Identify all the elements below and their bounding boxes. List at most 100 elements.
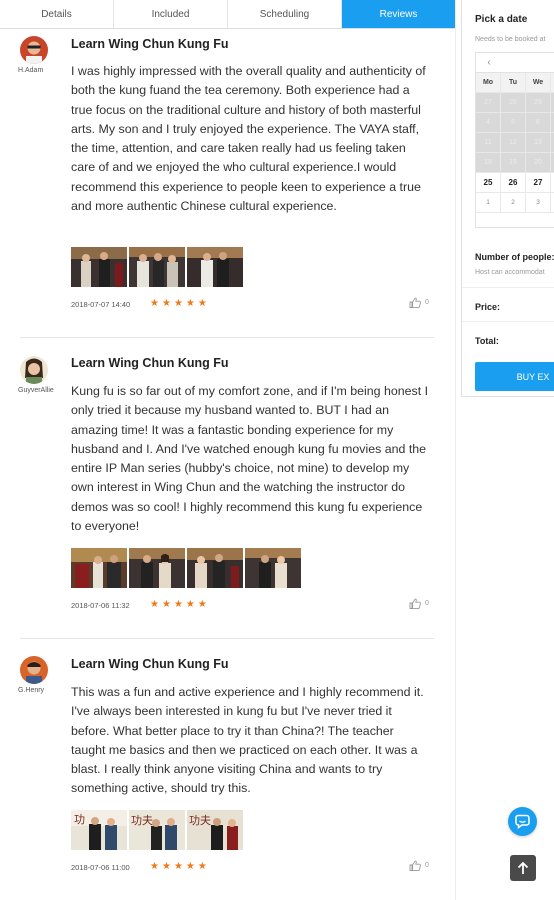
review-photo[interactable] xyxy=(71,548,127,588)
review-photo[interactable] xyxy=(187,247,243,287)
rating-stars: ★ ★ ★ ★ ★ xyxy=(150,862,207,872)
calendar-day[interactable]: 1 xyxy=(476,193,501,213)
content-divider xyxy=(455,0,456,900)
review-photos xyxy=(71,548,301,588)
avatar[interactable] xyxy=(20,656,48,684)
chevron-left-icon[interactable]: ‹ xyxy=(476,57,502,68)
svg-text:功夫: 功夫 xyxy=(131,814,153,827)
like-count: 0 xyxy=(425,299,429,306)
star-icon: ★ xyxy=(161,298,171,309)
calendar-day: 13 xyxy=(526,133,551,153)
star-icon: ★ xyxy=(197,298,207,309)
thumbs-up-icon xyxy=(409,860,421,871)
review-photo[interactable] xyxy=(187,548,243,588)
tab-bar: Details Included Scheduling Reviews xyxy=(0,0,455,29)
review-photo[interactable] xyxy=(129,548,185,588)
calendar-day: 4 xyxy=(476,113,501,133)
reviewer: G.Henry xyxy=(18,656,60,694)
reviewer-name: H.Adam xyxy=(18,67,44,74)
tab-details[interactable]: Details xyxy=(0,0,114,28)
back-to-top-button[interactable] xyxy=(510,855,536,881)
star-icon: ★ xyxy=(173,599,183,610)
rating-stars: ★ ★ ★ ★ ★ xyxy=(150,600,207,610)
weekday-label: Tu xyxy=(501,73,526,93)
weekday-label: Mo xyxy=(476,73,501,93)
star-icon: ★ xyxy=(150,861,159,872)
weekday-label: We xyxy=(526,73,551,93)
calendar-day[interactable]: 3 xyxy=(526,193,551,213)
avatar[interactable] xyxy=(20,356,48,384)
calendar-day: 27 xyxy=(476,93,501,113)
calendar-day[interactable]: 27 xyxy=(526,173,551,193)
star-icon: ★ xyxy=(150,599,159,610)
chat-button[interactable] xyxy=(508,807,537,836)
star-icon: ★ xyxy=(197,861,207,872)
calendar-day: 18 xyxy=(476,153,501,173)
buy-experience-button[interactable]: BUY EX xyxy=(475,362,554,391)
calendar-month: 20 xyxy=(502,58,554,67)
review-photos: 功 功夫 功夫 xyxy=(71,810,243,850)
like-button[interactable]: 0 xyxy=(409,297,429,308)
review-photos xyxy=(71,247,243,287)
svg-text:功: 功 xyxy=(74,813,85,826)
total-label: Total: xyxy=(475,336,499,346)
people-label: Number of people: xyxy=(475,252,554,262)
reviewer-name: G.Henry xyxy=(18,687,45,694)
arrow-up-icon xyxy=(517,861,529,874)
review-photo[interactable] xyxy=(245,548,301,588)
booking-panel: Pick a date Needs to be booked at ‹ 20 M… xyxy=(461,0,554,397)
star-icon: ★ xyxy=(150,298,159,309)
like-count: 0 xyxy=(425,862,429,869)
pick-date-title: Pick a date xyxy=(475,14,528,25)
chat-bubble-icon xyxy=(515,814,530,829)
people-note: Host can accommodat xyxy=(475,269,545,276)
calendar-day: 5 xyxy=(501,113,526,133)
review-title: Learn Wing Chun Kung Fu xyxy=(71,657,229,671)
tab-included[interactable]: Included xyxy=(114,0,228,28)
review-text: I was highly impressed with the overall … xyxy=(71,64,426,214)
review-date: 2018-07-07 14:40 xyxy=(71,300,131,309)
avatar[interactable] xyxy=(20,36,48,64)
review-photo[interactable]: 功夫 xyxy=(187,810,243,850)
calendar-day: 20 xyxy=(526,153,551,173)
rating-stars: ★ ★ ★ ★ ★ xyxy=(150,299,207,309)
star-icon: ★ xyxy=(185,298,195,309)
review-date: 2018-07-06 11:32 xyxy=(71,601,130,610)
star-icon: ★ xyxy=(197,599,207,610)
calendar-day: 12 xyxy=(501,133,526,153)
thumbs-up-icon xyxy=(409,598,421,609)
price-label: Price: xyxy=(475,302,501,312)
reviewer: GuyverAllie xyxy=(18,356,60,394)
star-icon: ★ xyxy=(185,861,195,872)
calendar-day[interactable]: 2 xyxy=(501,193,526,213)
sidebar-divider xyxy=(462,321,554,322)
star-icon: ★ xyxy=(173,861,183,872)
star-icon: ★ xyxy=(161,861,171,872)
date-calendar: ‹ 20 Mo Tu We 27 28 29 4 5 6 11 12 13 18… xyxy=(475,52,554,228)
review-photo[interactable]: 功 xyxy=(71,810,127,850)
calendar-day: 19 xyxy=(501,153,526,173)
tab-scheduling[interactable]: Scheduling xyxy=(228,0,342,28)
like-button[interactable]: 0 xyxy=(409,598,429,609)
review-text: Kung fu is so far out of my comfort zone… xyxy=(71,384,429,534)
calendar-day: 6 xyxy=(526,113,551,133)
sidebar-divider xyxy=(462,287,554,288)
thumbs-up-icon xyxy=(409,297,421,308)
like-count: 0 xyxy=(425,600,429,607)
calendar-day: 11 xyxy=(476,133,501,153)
svg-text:功夫: 功夫 xyxy=(189,814,211,827)
review-photo[interactable] xyxy=(71,247,127,287)
review-photo[interactable] xyxy=(129,247,185,287)
calendar-day: 29 xyxy=(526,93,551,113)
review-text: This was a fun and active experience and… xyxy=(71,685,424,796)
calendar-day[interactable]: 26 xyxy=(501,173,526,193)
calendar-day: 28 xyxy=(501,93,526,113)
star-icon: ★ xyxy=(161,599,171,610)
reviewer-name: GuyverAllie xyxy=(18,387,54,394)
review-photo[interactable]: 功夫 xyxy=(129,810,185,850)
tab-reviews[interactable]: Reviews xyxy=(342,0,455,28)
review-title: Learn Wing Chun Kung Fu xyxy=(71,356,229,370)
reviewer: H.Adam xyxy=(18,36,60,74)
like-button[interactable]: 0 xyxy=(409,860,429,871)
calendar-day[interactable]: 25 xyxy=(476,173,501,193)
